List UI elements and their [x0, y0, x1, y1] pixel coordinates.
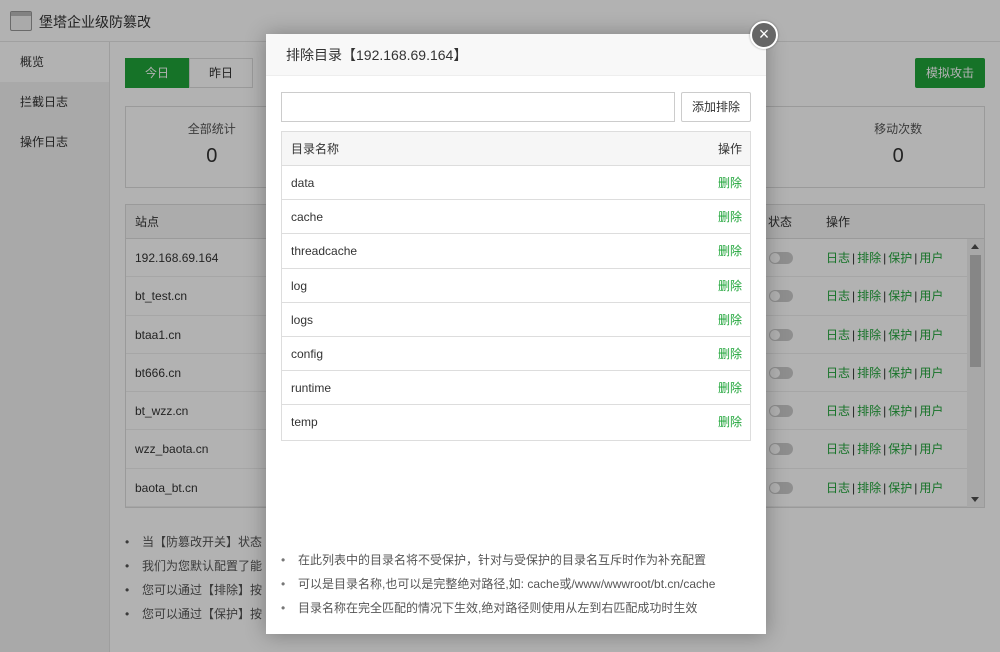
directory-table: 目录名称 操作 data 删除 cache 删除 threadcache 删除 log 删除 l… — [281, 131, 751, 441]
table-row: logs 删除 — [282, 303, 750, 337]
table-row: data 删除 — [282, 166, 750, 201]
table-row: threadcache 删除 — [282, 234, 750, 269]
directory-input[interactable] — [281, 92, 675, 122]
directory-name: runtime — [291, 381, 332, 396]
table-row: temp 删除 — [282, 405, 750, 439]
delete-link[interactable]: 删除 — [718, 303, 742, 337]
table-row: cache 删除 — [282, 200, 750, 235]
note-item: 在此列表中的目录名将不受保护，针对与受保护的目录名互斥时作为补充配置 — [281, 548, 715, 572]
delete-link[interactable]: 删除 — [718, 269, 742, 303]
directory-name-column-header: 目录名称 — [291, 142, 340, 156]
directory-table-body: data 删除 cache 删除 threadcache 删除 log 删除 logs 删除 con… — [282, 166, 750, 440]
directory-name: log — [291, 278, 308, 293]
delete-link[interactable]: 删除 — [718, 405, 742, 439]
delete-link[interactable]: 删除 — [718, 200, 742, 234]
directory-name: temp — [291, 415, 318, 430]
delete-link[interactable]: 删除 — [718, 234, 742, 268]
directory-name: config — [291, 346, 324, 361]
directory-name: data — [291, 176, 315, 190]
note-item: 目录名称在完全匹配的情况下生效,绝对路径则使用从左到右匹配成功时生效 — [281, 596, 715, 620]
dialog-title: 排除目录【192.168.69.164】 — [266, 34, 766, 76]
directory-table-header: 目录名称 操作 — [282, 132, 750, 166]
directory-name: cache — [291, 210, 324, 225]
table-row: runtime 删除 — [282, 371, 750, 406]
table-row: log 删除 — [282, 269, 750, 303]
table-row: config 删除 — [282, 337, 750, 372]
note-item: 可以是目录名称,也可以是完整绝对路径,如: cache或/www/wwwroot… — [281, 572, 715, 596]
directory-name: logs — [291, 312, 314, 327]
delete-link[interactable]: 删除 — [718, 371, 742, 405]
close-icon[interactable]: × — [750, 21, 778, 49]
delete-link[interactable]: 删除 — [718, 337, 742, 371]
directory-name: threadcache — [291, 244, 358, 259]
operation-column-header: 操作 — [717, 142, 742, 156]
delete-link[interactable]: 删除 — [718, 166, 742, 200]
dialog-notes: 在此列表中的目录名将不受保护，针对与受保护的目录名互斥时作为补充配置 可以是目录… — [281, 548, 715, 620]
add-exclude-button[interactable]: 添加排除 — [681, 92, 751, 122]
exclude-directory-dialog: 排除目录【192.168.69.164】 × 添加排除 目录名称 操作 data… — [266, 21, 778, 634]
